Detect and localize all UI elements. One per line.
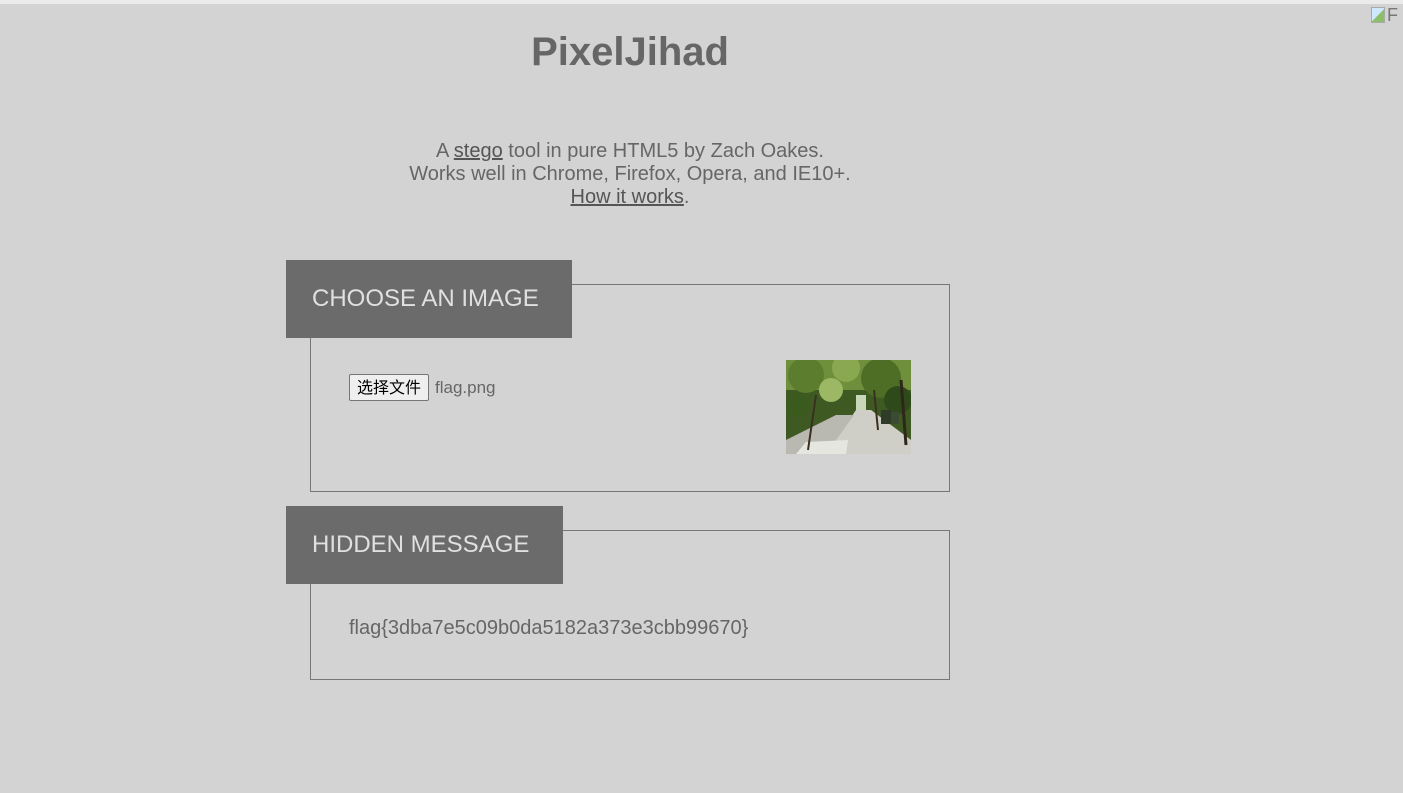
broken-image-icon (1371, 7, 1385, 23)
tree-lined-road-image (786, 360, 911, 454)
description-suffix: tool in pure HTML5 by Zach Oakes. (502, 140, 824, 162)
description-line-3: How it works. (0, 186, 1260, 209)
image-preview (786, 360, 911, 454)
description: A stego tool in pure HTML5 by Zach Oakes… (0, 140, 1260, 209)
broken-image: F (1371, 5, 1403, 25)
selected-file-name: flag.png (435, 377, 496, 397)
stego-link[interactable]: stego (454, 140, 503, 162)
broken-image-alt-text: F (1387, 5, 1398, 25)
description-prefix: A (436, 140, 454, 162)
how-it-works-link[interactable]: How it works (571, 186, 684, 208)
how-it-works-suffix: . (683, 186, 690, 208)
description-line-1: A stego tool in pure HTML5 by Zach Oakes… (0, 140, 1260, 163)
hidden-message-text: flag{3dba7e5c09b0da5182a373e3cbb99670} (349, 617, 749, 639)
description-line-2: Works well in Chrome, Firefox, Opera, an… (409, 163, 851, 185)
browser-top-edge (0, 0, 1403, 4)
file-input: 选择文件 flag.png (349, 374, 496, 401)
page-title: PixelJihad (531, 30, 729, 74)
choose-image-heading: CHOOSE AN IMAGE (286, 260, 572, 338)
choose-file-button[interactable]: 选择文件 (349, 374, 430, 401)
hidden-message-heading: HIDDEN MESSAGE (286, 506, 563, 584)
